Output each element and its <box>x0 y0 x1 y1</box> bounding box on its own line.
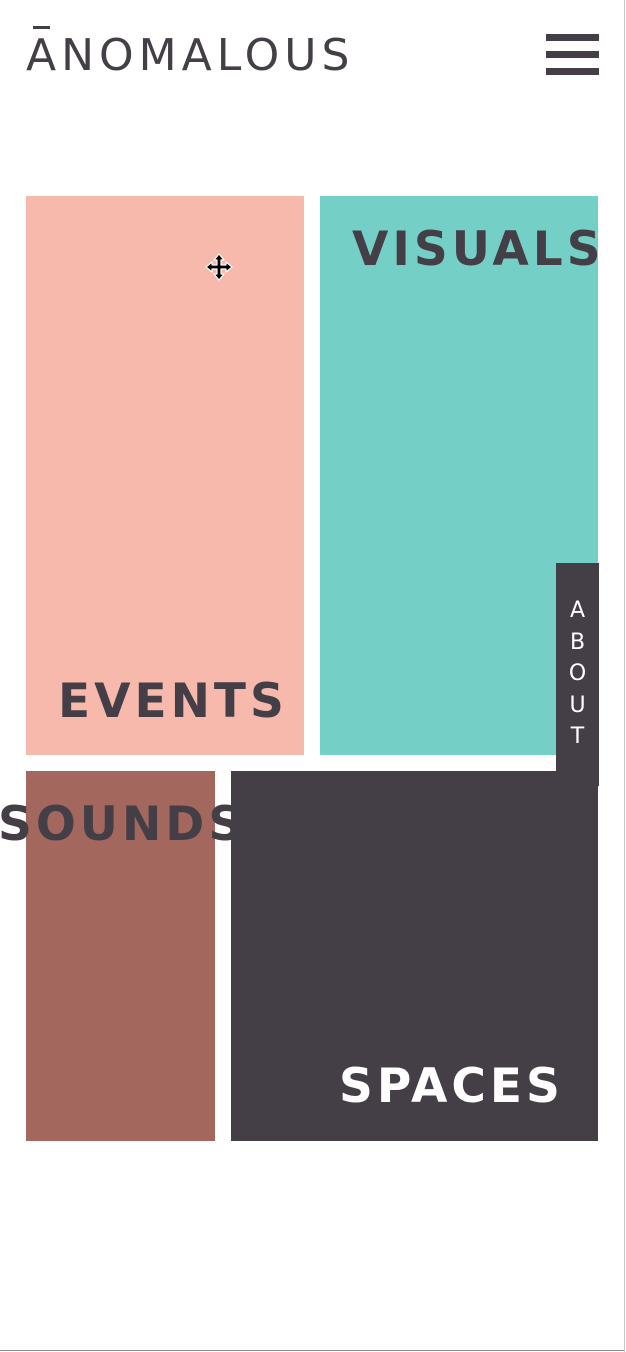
hamburger-menu-icon[interactable] <box>546 34 599 76</box>
menu-line <box>546 34 599 41</box>
logo-text: ANOMALOUS <box>26 30 355 81</box>
sounds-label: SOUNDS <box>0 797 247 852</box>
events-label: EVENTS <box>58 674 288 729</box>
page-edge-line <box>624 0 625 1352</box>
move-cursor-icon <box>205 253 233 281</box>
logo-macron-bar <box>33 26 50 29</box>
about-tab-label: A B O U T <box>556 595 599 753</box>
about-letter: A <box>569 598 586 623</box>
about-letter: T <box>570 724 585 749</box>
visuals-label: VISUALS <box>352 222 605 277</box>
about-tab[interactable]: A B O U T <box>556 563 599 786</box>
spaces-label: SPACES <box>339 1059 564 1114</box>
about-letter: O <box>568 661 587 686</box>
menu-line <box>546 68 599 75</box>
events-tile[interactable] <box>26 196 304 755</box>
page-bottom-line <box>0 1350 624 1351</box>
menu-line <box>546 51 599 58</box>
about-letter: B <box>569 629 586 655</box>
about-letter: U <box>569 692 586 718</box>
